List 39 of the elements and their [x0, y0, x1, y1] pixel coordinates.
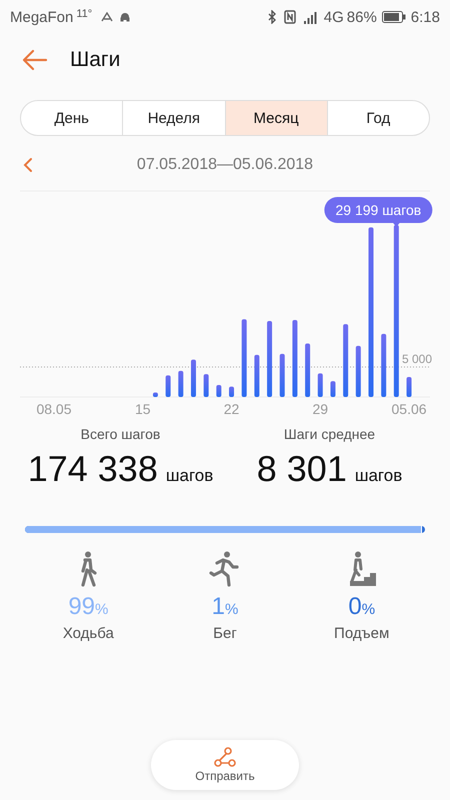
date-label: 22: [224, 401, 240, 417]
network-type: 4G: [324, 8, 344, 26]
activity-percent: 99%: [68, 593, 108, 621]
period-tab[interactable]: Месяц: [224, 101, 327, 135]
battery-percent: 86%: [346, 8, 377, 26]
activity-percent: 0%: [348, 593, 376, 621]
tick-label: 5 000: [402, 352, 432, 366]
notification-count: 11°: [76, 8, 92, 20]
clock-time: 6:18: [410, 8, 440, 26]
activity-percent: 1%: [212, 593, 238, 621]
period-tab[interactable]: Год: [326, 101, 429, 135]
stat-value: 8 301: [256, 448, 347, 490]
alert-icon: [101, 12, 114, 22]
share-icon: [214, 747, 236, 767]
date-label: 15: [134, 401, 151, 417]
period-tab[interactable]: День: [21, 101, 122, 135]
share-button[interactable]: Отправить: [151, 740, 299, 790]
previous-icon[interactable]: [22, 157, 34, 173]
nfc-icon: [284, 10, 296, 24]
date-label: 05.06: [392, 401, 427, 417]
date-label: 08.05: [36, 401, 72, 417]
activity-label: Подъем: [334, 625, 390, 642]
page-title: Шаги: [70, 48, 120, 72]
stat-label: Всего шагов: [80, 426, 160, 442]
signal-icon: [302, 10, 319, 24]
running-icon: [209, 551, 241, 587]
date-label: 29: [312, 401, 328, 417]
back-arrow-icon[interactable]: [22, 49, 48, 71]
stat-unit: шагов: [166, 466, 214, 486]
stat-value: 174 338: [28, 448, 158, 490]
battery-icon: [382, 11, 406, 23]
stat-label: Шаги среднее: [284, 426, 376, 442]
value-tooltip: 29 199 шагов: [324, 197, 432, 227]
activity-label: Ходьба: [62, 625, 114, 642]
activity-label: Бег: [213, 625, 237, 642]
stat-unit: шагов: [354, 466, 402, 486]
carrier-name: MegaFon: [10, 8, 74, 26]
date-range: 07.05.2018—05.06.2018: [136, 156, 314, 174]
bluetooth-icon: [268, 10, 277, 24]
